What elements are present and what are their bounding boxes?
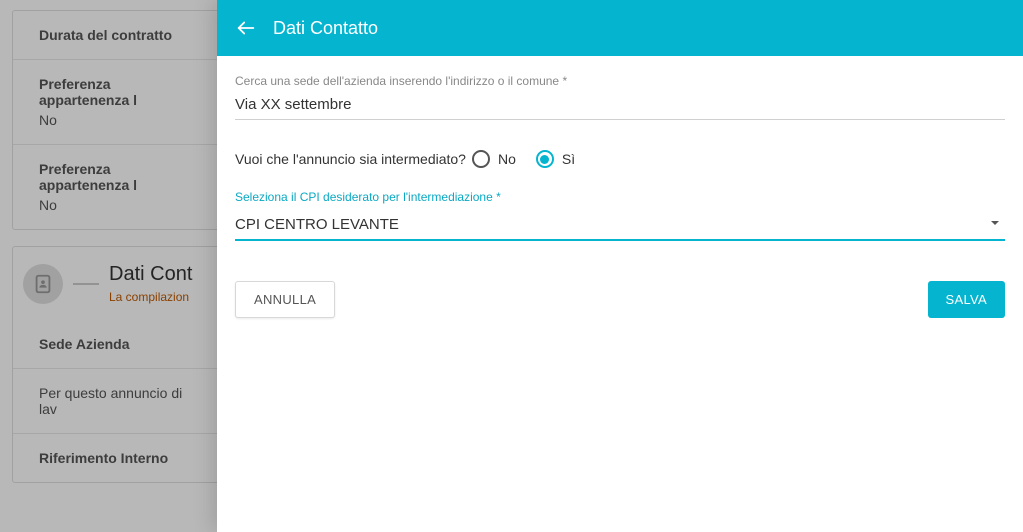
radio-dot-icon: [540, 155, 549, 164]
radio-no-label: No: [498, 151, 516, 167]
required-asterisk: *: [559, 74, 567, 88]
button-row: ANNULLA SALVA: [235, 281, 1005, 336]
cancel-button[interactable]: ANNULLA: [235, 281, 335, 318]
search-field: Cerca una sede dell'azienda inserendo l'…: [235, 74, 1005, 120]
back-arrow-icon[interactable]: [235, 17, 257, 39]
cpi-label-text: Seleziona il CPI desiderato per l'interm…: [235, 190, 493, 204]
radio-question: Vuoi che l'annuncio sia intermediato?: [235, 151, 466, 167]
modal-dati-contatto: Dati Contatto Cerca una sede dell'aziend…: [217, 0, 1023, 532]
cpi-select-value[interactable]: [235, 208, 1005, 241]
save-button[interactable]: SALVA: [928, 281, 1005, 318]
radio-circle-selected-icon: [536, 150, 554, 168]
required-asterisk: *: [493, 190, 501, 204]
cpi-select[interactable]: [235, 208, 1005, 241]
radio-circle-icon: [472, 150, 490, 168]
radio-si[interactable]: Sì: [536, 150, 575, 168]
radio-no[interactable]: No: [472, 150, 516, 168]
radio-si-label: Sì: [562, 151, 575, 167]
search-input[interactable]: [235, 88, 1005, 120]
search-label-text: Cerca una sede dell'azienda inserendo l'…: [235, 74, 559, 88]
search-label: Cerca una sede dell'azienda inserendo l'…: [235, 74, 1005, 88]
cpi-field: Seleziona il CPI desiderato per l'interm…: [235, 190, 1005, 241]
modal-header: Dati Contatto: [217, 0, 1023, 56]
intermediato-radio-group: Vuoi che l'annuncio sia intermediato? No…: [235, 150, 1005, 168]
cpi-label: Seleziona il CPI desiderato per l'interm…: [235, 190, 1005, 204]
modal-body: Cerca una sede dell'azienda inserendo l'…: [217, 56, 1023, 336]
modal-title: Dati Contatto: [273, 18, 378, 39]
